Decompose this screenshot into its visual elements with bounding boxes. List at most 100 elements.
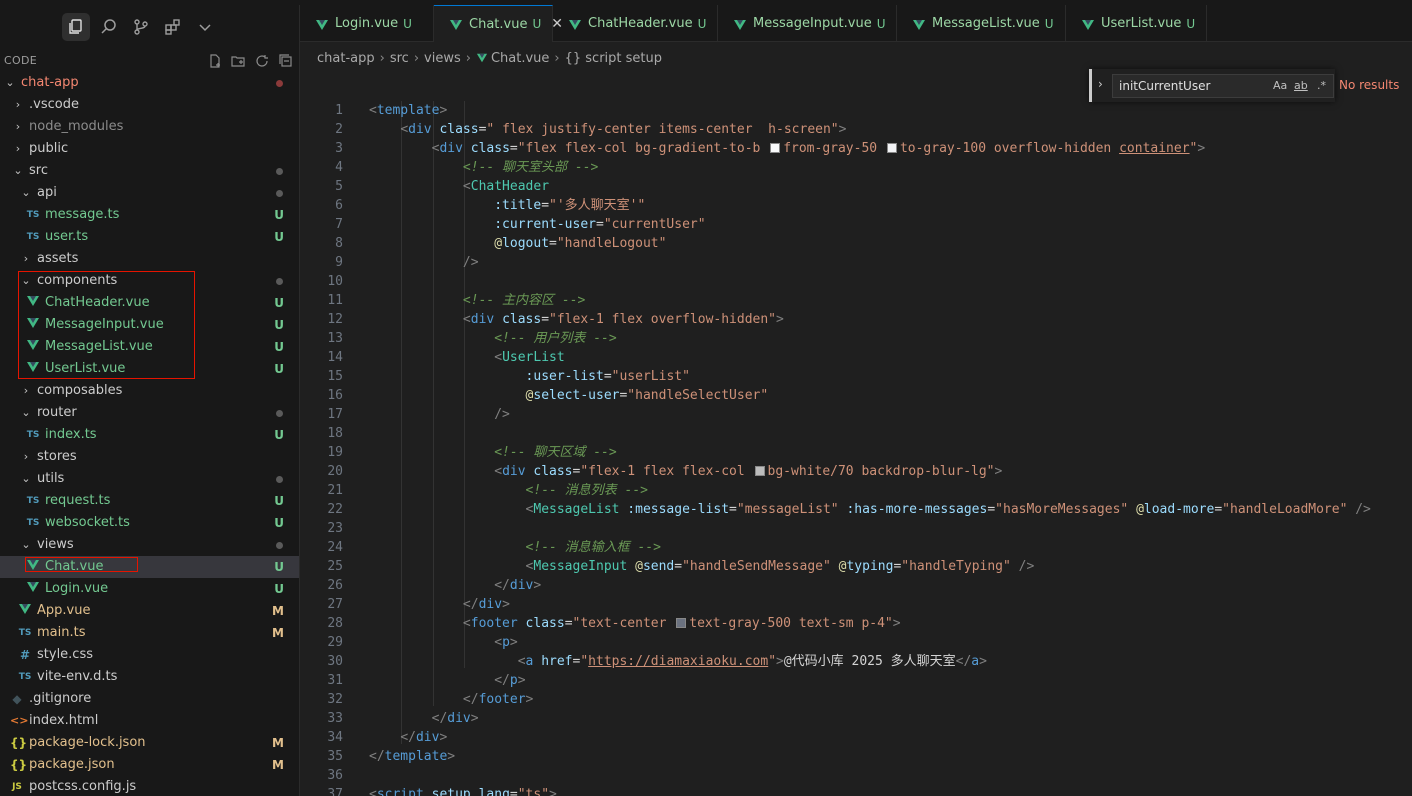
vue-file-icon: [26, 336, 40, 358]
tree-file-userlist-vue[interactable]: UserList.vue U: [0, 358, 299, 380]
chevron-down-icon[interactable]: ⌄: [20, 468, 32, 490]
tree-folder-assets[interactable]: › assets: [0, 248, 299, 270]
tree-file-user-ts[interactable]: TS user.ts U: [0, 226, 299, 248]
chevron-down-icon[interactable]: [191, 13, 219, 41]
color-swatch[interactable]: [770, 143, 781, 153]
line-number: 4: [335, 160, 343, 175]
tab-userlist-vue[interactable]: UserList.vue U: [1066, 5, 1207, 42]
tab-messageinput-vue[interactable]: MessageInput.vue U: [718, 5, 897, 42]
source-control-icon[interactable]: [127, 13, 155, 41]
color-swatch[interactable]: [754, 466, 765, 476]
chevron-right-icon[interactable]: ›: [12, 94, 24, 116]
tree-file-app-vue[interactable]: App.vue M: [0, 600, 299, 622]
tree-file-chatheader-vue[interactable]: ChatHeader.vue U: [0, 292, 299, 314]
code-token: container: [1119, 141, 1190, 156]
tree-folder-utils[interactable]: ⌄ utils: [0, 468, 299, 490]
code-token: "handleLogout": [556, 236, 667, 251]
tree-file--gitignore[interactable]: ◆ .gitignore: [0, 688, 299, 710]
match-case-option[interactable]: Aa: [1273, 79, 1287, 92]
explorer-files-icon[interactable]: [62, 13, 90, 41]
tree-folder--vscode[interactable]: › .vscode: [0, 94, 299, 116]
new-file-icon[interactable]: [207, 53, 223, 69]
tab-login-vue[interactable]: Login.vue U: [300, 5, 434, 42]
extensions-icon[interactable]: [159, 13, 187, 41]
tree-file-style-css[interactable]: # style.css: [0, 644, 299, 666]
chevron-down-icon[interactable]: ⌄: [20, 270, 32, 292]
tree-folder-router[interactable]: ⌄ router: [0, 402, 299, 424]
regex-option[interactable]: .*: [1317, 79, 1326, 92]
code-token: <: [369, 103, 377, 118]
line-content: </div>: [369, 576, 541, 595]
tree-file-index-html[interactable]: <> index.html: [0, 710, 299, 732]
tree-item-label: message.ts: [45, 207, 120, 222]
tree-folder-api[interactable]: ⌄ api: [0, 182, 299, 204]
chevron-down-icon[interactable]: ⌄: [4, 72, 16, 94]
code-token: "handleSendMessage": [682, 559, 831, 574]
line-number: 8: [335, 236, 343, 251]
search-icon[interactable]: [95, 13, 123, 41]
tree-item-label: index.ts: [45, 427, 97, 442]
chevron-right-icon[interactable]: ›: [20, 446, 32, 468]
chevron-down-icon[interactable]: ⌄: [20, 534, 32, 556]
whole-word-option[interactable]: ab: [1294, 79, 1308, 92]
tree-file-request-ts[interactable]: TS request.ts U: [0, 490, 299, 512]
tree-item-label: index.html: [29, 713, 99, 728]
typescript-file-icon: TS: [26, 210, 40, 220]
chevron-right-icon[interactable]: ›: [12, 138, 24, 160]
code-editor[interactable]: 1 <template> 2 <div class=" flex justify-c…: [300, 101, 1412, 796]
chevron-right-icon[interactable]: ›: [20, 380, 32, 402]
chevron-down-icon[interactable]: ⌄: [12, 160, 24, 182]
code-line: 1 <template>: [300, 101, 1412, 120]
tree-folder-public[interactable]: › public: [0, 138, 299, 160]
tree-file-websocket-ts[interactable]: TS websocket.ts U: [0, 512, 299, 534]
tree-file-messagelist-vue[interactable]: MessageList.vue U: [0, 336, 299, 358]
tree-folder-composables[interactable]: › composables: [0, 380, 299, 402]
tree-file-package-lock-json[interactable]: {} package-lock.json M: [0, 732, 299, 754]
breadcrumb-item[interactable]: chat-app: [317, 51, 375, 66]
tree-file-messageinput-vue[interactable]: MessageInput.vue U: [0, 314, 299, 336]
tree-folder-stores[interactable]: › stores: [0, 446, 299, 468]
tree-folder-views[interactable]: ⌄ views: [0, 534, 299, 556]
tree-file-postcss-config-js[interactable]: JS postcss.config.js: [0, 776, 299, 796]
tree-folder-chat-app[interactable]: ⌄ chat-app: [0, 72, 299, 94]
code-token: <: [517, 654, 526, 669]
breadcrumb-item[interactable]: Chat.vue: [491, 51, 549, 66]
line-number: 37: [327, 787, 343, 796]
tree-folder-components[interactable]: ⌄ components: [0, 270, 299, 292]
tab-chat-vue[interactable]: Chat.vue U ✕: [434, 5, 563, 42]
chevron-down-icon[interactable]: ⌄: [20, 402, 32, 424]
git-status-badge: U: [274, 560, 284, 574]
collapse-all-icon[interactable]: [278, 53, 294, 69]
line-number: 35: [327, 749, 343, 764]
tab-messagelist-vue[interactable]: MessageList.vue U: [897, 5, 1066, 42]
breadcrumb-item[interactable]: views: [424, 51, 461, 66]
tree-folder-src[interactable]: ⌄ src: [0, 160, 299, 182]
chevron-right-icon[interactable]: ›: [20, 248, 32, 270]
breadcrumb-item[interactable]: {} script setup: [565, 51, 662, 66]
tree-file-package-json[interactable]: {} package.json M: [0, 754, 299, 776]
refresh-icon[interactable]: [254, 53, 270, 69]
chevron-right-icon[interactable]: ›: [12, 116, 24, 138]
color-swatch[interactable]: [676, 618, 687, 628]
tree-file-vite-env-d-ts[interactable]: TS vite-env.d.ts: [0, 666, 299, 688]
tree-file-login-vue[interactable]: Login.vue U: [0, 578, 299, 600]
tree-folder-node-modules[interactable]: › node_modules: [0, 116, 299, 138]
tree-file-main-ts[interactable]: TS main.ts M: [0, 622, 299, 644]
new-folder-icon[interactable]: [230, 53, 246, 69]
code-token: @代码小库 2025 多人聊天室: [783, 654, 956, 669]
chevron-down-icon[interactable]: ⌄: [20, 182, 32, 204]
editor-area: Login.vue U Chat.vue U ✕ ChatHeader.vue U Messa…: [300, 5, 1412, 796]
toggle-replace-chevron-icon[interactable]: ›: [1098, 77, 1103, 91]
line-content: @select-user="handleSelectUser": [369, 386, 769, 405]
breadcrumb-item[interactable]: src: [390, 51, 409, 66]
tree-file-chat-vue[interactable]: Chat.vue U: [0, 556, 299, 578]
tab-label: MessageInput.vue: [753, 16, 872, 31]
tree-file-message-ts[interactable]: TS message.ts U: [0, 204, 299, 226]
code-token: :has-more-messages: [846, 502, 988, 517]
tree-file-index-ts[interactable]: TS index.ts U: [0, 424, 299, 446]
code-token: <: [494, 350, 503, 365]
tree-item-label: chat-app: [21, 75, 79, 90]
tab-chatheader-vue[interactable]: ChatHeader.vue U: [553, 5, 718, 42]
color-swatch[interactable]: [886, 143, 897, 153]
